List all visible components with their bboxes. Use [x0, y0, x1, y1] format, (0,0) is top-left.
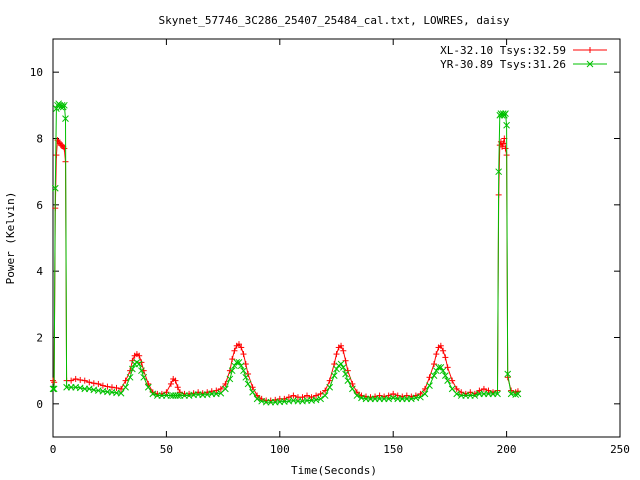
data-point — [442, 354, 449, 361]
data-point — [376, 392, 383, 399]
y-tick-label: 6 — [36, 199, 43, 212]
x-tick-label: 150 — [383, 443, 403, 456]
y-tick-label: 0 — [36, 398, 43, 411]
data-point — [342, 357, 349, 364]
data-point — [245, 370, 252, 377]
data-point — [244, 380, 252, 388]
data-point — [126, 373, 134, 381]
series-group — [49, 100, 522, 406]
series-line — [52, 138, 519, 401]
x-axis-label: Time(Seconds) — [291, 464, 377, 477]
chart-title: Skynet_57746_3C286_25407_25484_cal.txt, … — [159, 14, 510, 27]
data-point — [339, 363, 347, 371]
y-tick-label: 10 — [30, 66, 43, 79]
x-axis-ticks: 0 50 100 150 200 250 — [50, 39, 630, 456]
data-point — [326, 383, 334, 391]
legend: XL-32.10 Tsys:32.59YR-30.89 Tsys:31.26 — [440, 44, 607, 71]
data-point — [333, 351, 340, 358]
data-point — [433, 351, 440, 358]
data-point — [229, 356, 236, 363]
data-point — [122, 383, 129, 391]
data-point — [240, 351, 247, 358]
x-tick-label: 200 — [497, 443, 517, 456]
data-point — [426, 382, 433, 389]
y-tick-label: 4 — [36, 265, 43, 278]
chart: Skynet_57746_3C286_25407_25484_cal.txt, … — [4, 14, 630, 477]
x-tick-label: 100 — [270, 443, 290, 456]
data-point — [344, 377, 352, 384]
y-tick-label: 2 — [36, 332, 43, 345]
legend-label: YR-30.89 Tsys:31.26 — [440, 58, 566, 71]
x-tick-label: 0 — [50, 443, 57, 456]
x-tick-label: 250 — [610, 443, 630, 456]
data-point — [90, 380, 97, 387]
data-point — [53, 152, 60, 159]
data-point — [342, 370, 349, 378]
legend-label: XL-32.10 Tsys:32.59 — [440, 44, 566, 57]
data-point — [337, 360, 345, 368]
series-1 — [49, 100, 522, 406]
data-point — [403, 392, 410, 399]
y-tick-label: 8 — [36, 133, 43, 146]
data-point — [226, 375, 234, 383]
data-point — [330, 372, 338, 379]
y-axis-ticks: 0 2 4 6 8 10 — [30, 66, 620, 411]
legend-marker — [587, 47, 593, 53]
data-point — [77, 376, 84, 383]
x-tick-label: 50 — [160, 443, 173, 456]
data-point — [242, 373, 250, 381]
data-point — [344, 367, 351, 374]
data-point — [242, 361, 249, 368]
series-0 — [50, 135, 521, 404]
y-axis-label: Power (Kelvin) — [4, 192, 17, 285]
data-point — [431, 361, 438, 368]
data-point — [444, 364, 451, 371]
data-point — [426, 374, 433, 381]
